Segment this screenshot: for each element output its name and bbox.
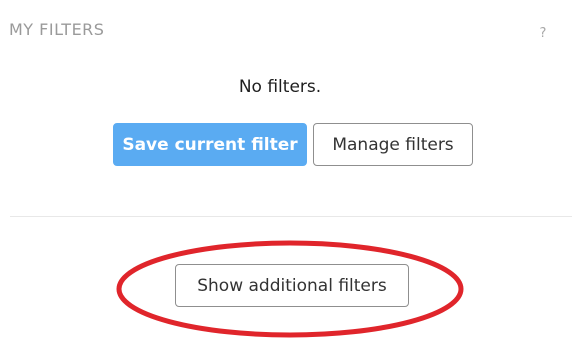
show-additional-filters-button[interactable]: Show additional filters bbox=[175, 264, 409, 307]
section-title: MY FILTERS bbox=[9, 20, 105, 39]
save-current-filter-button[interactable]: Save current filter bbox=[113, 123, 307, 166]
manage-filters-button[interactable]: Manage filters bbox=[313, 123, 473, 166]
divider bbox=[10, 216, 572, 217]
my-filters-panel: MY FILTERS ? No filters. Save current fi… bbox=[0, 0, 574, 340]
filter-actions: Save current filter Manage filters bbox=[113, 123, 473, 166]
no-filters-message: No filters. bbox=[238, 77, 322, 97]
help-icon[interactable]: ? bbox=[536, 26, 550, 42]
